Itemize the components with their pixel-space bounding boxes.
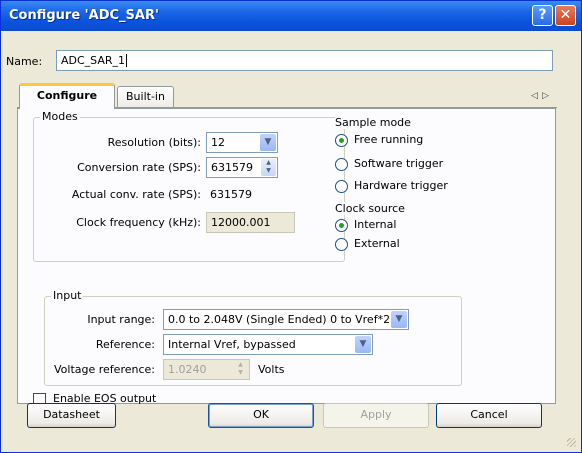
name-field[interactable]: ADC_SAR_1	[56, 50, 553, 71]
ok-button[interactable]: OK	[208, 403, 314, 428]
input-group: Input Input range: 0.0 to 2.048V (Single…	[44, 289, 462, 386]
reference-label: Reference:	[95, 338, 155, 351]
external-label: External	[354, 237, 400, 250]
clock-frequency-label: Clock frequency (kHz):	[76, 216, 201, 229]
close-button[interactable]: ✕	[555, 5, 576, 26]
spinner-icon[interactable]: ▲ ▼	[261, 159, 276, 176]
input-range-label: Input range:	[87, 313, 155, 326]
configure-dialog: Configure 'ADC_SAR' ? ✕ Name: ADC_SAR_1 …	[0, 0, 582, 453]
chevron-down-icon: ▼	[391, 311, 407, 328]
clock-source-group: Clock source Internal External	[333, 202, 468, 265]
conversion-rate-value: 631579	[211, 161, 253, 174]
hardware-trigger-label: Hardware trigger	[354, 179, 448, 192]
tab-built-in[interactable]: Built-in	[117, 86, 174, 108]
radio-hardware-trigger[interactable]	[335, 180, 348, 193]
title-bar[interactable]: Configure 'ADC_SAR' ? ✕	[1, 1, 581, 31]
resize-grip-icon[interactable]	[567, 438, 576, 447]
modes-group-label: Modes	[40, 110, 80, 123]
name-label: Name:	[6, 55, 43, 68]
software-trigger-label: Software trigger	[354, 157, 444, 170]
actual-rate-value: 631579	[210, 188, 252, 201]
input-range-select[interactable]: 0.0 to 2.048V (Single Ended) 0 to Vref*2…	[163, 309, 409, 330]
sample-mode-group: Sample mode Free running Software trigge…	[333, 116, 470, 202]
clock-frequency-field: 12000.001	[206, 212, 295, 233]
input-range-value: 0.0 to 2.048V (Single Ended) 0 to Vref*2	[168, 313, 391, 326]
clock-frequency-value: 12000.001	[211, 216, 271, 229]
cancel-button[interactable]: Cancel	[436, 403, 542, 428]
free-running-label: Free running	[354, 133, 424, 146]
apply-button[interactable]: Apply	[323, 403, 429, 428]
tab-built-in-label: Built-in	[126, 90, 165, 103]
name-value: ADC_SAR_1	[61, 54, 126, 67]
help-button[interactable]: ?	[532, 5, 553, 26]
resolution-value: 12	[211, 136, 225, 149]
voltage-unit: Volts	[258, 363, 285, 376]
radio-internal[interactable]	[335, 219, 348, 232]
input-group-label: Input	[51, 289, 84, 302]
radio-software-trigger[interactable]	[335, 158, 348, 171]
reference-value: Internal Vref, bypassed	[168, 338, 296, 351]
radio-free-running[interactable]	[335, 134, 348, 147]
configure-panel: Modes Resolution (bits): 12 ▼ Conversion…	[17, 108, 556, 406]
internal-label: Internal	[354, 218, 397, 231]
datasheet-button[interactable]: Datasheet	[27, 403, 116, 428]
tab-scroll-left-icon[interactable]: ◁	[531, 91, 538, 101]
modes-group: Modes Resolution (bits): 12 ▼ Conversion…	[33, 110, 345, 262]
spinner-icon: ▲ ▼	[233, 361, 248, 378]
dialog-body: Name: ADC_SAR_1 Configure Built-in ◁ ▷ M…	[5, 31, 577, 449]
tab-scroll-right-icon[interactable]: ▷	[542, 91, 549, 101]
help-icon: ?	[538, 7, 547, 23]
chevron-down-icon: ▼	[355, 336, 371, 353]
resolution-select[interactable]: 12 ▼	[206, 132, 278, 153]
sample-mode-label: Sample mode	[335, 116, 411, 129]
close-icon: ✕	[559, 7, 572, 23]
actual-rate-label: Actual conv. rate (SPS):	[71, 188, 201, 201]
voltage-reference-stepper: 1.0240 ▲ ▼	[163, 359, 250, 380]
tab-configure[interactable]: Configure	[19, 83, 115, 109]
tab-configure-label: Configure	[36, 89, 98, 102]
conversion-rate-stepper[interactable]: 631579 ▲ ▼	[206, 157, 278, 178]
window-title: Configure 'ADC_SAR'	[9, 8, 159, 23]
reference-select[interactable]: Internal Vref, bypassed ▼	[163, 334, 373, 355]
conversion-rate-label: Conversion rate (SPS):	[77, 161, 201, 174]
voltage-reference-label: Voltage reference:	[54, 363, 155, 376]
chevron-down-icon: ▼	[260, 134, 276, 151]
resolution-label: Resolution (bits):	[107, 136, 201, 149]
clock-source-label: Clock source	[335, 202, 405, 215]
voltage-reference-value: 1.0240	[168, 363, 207, 376]
radio-external[interactable]	[335, 238, 348, 251]
